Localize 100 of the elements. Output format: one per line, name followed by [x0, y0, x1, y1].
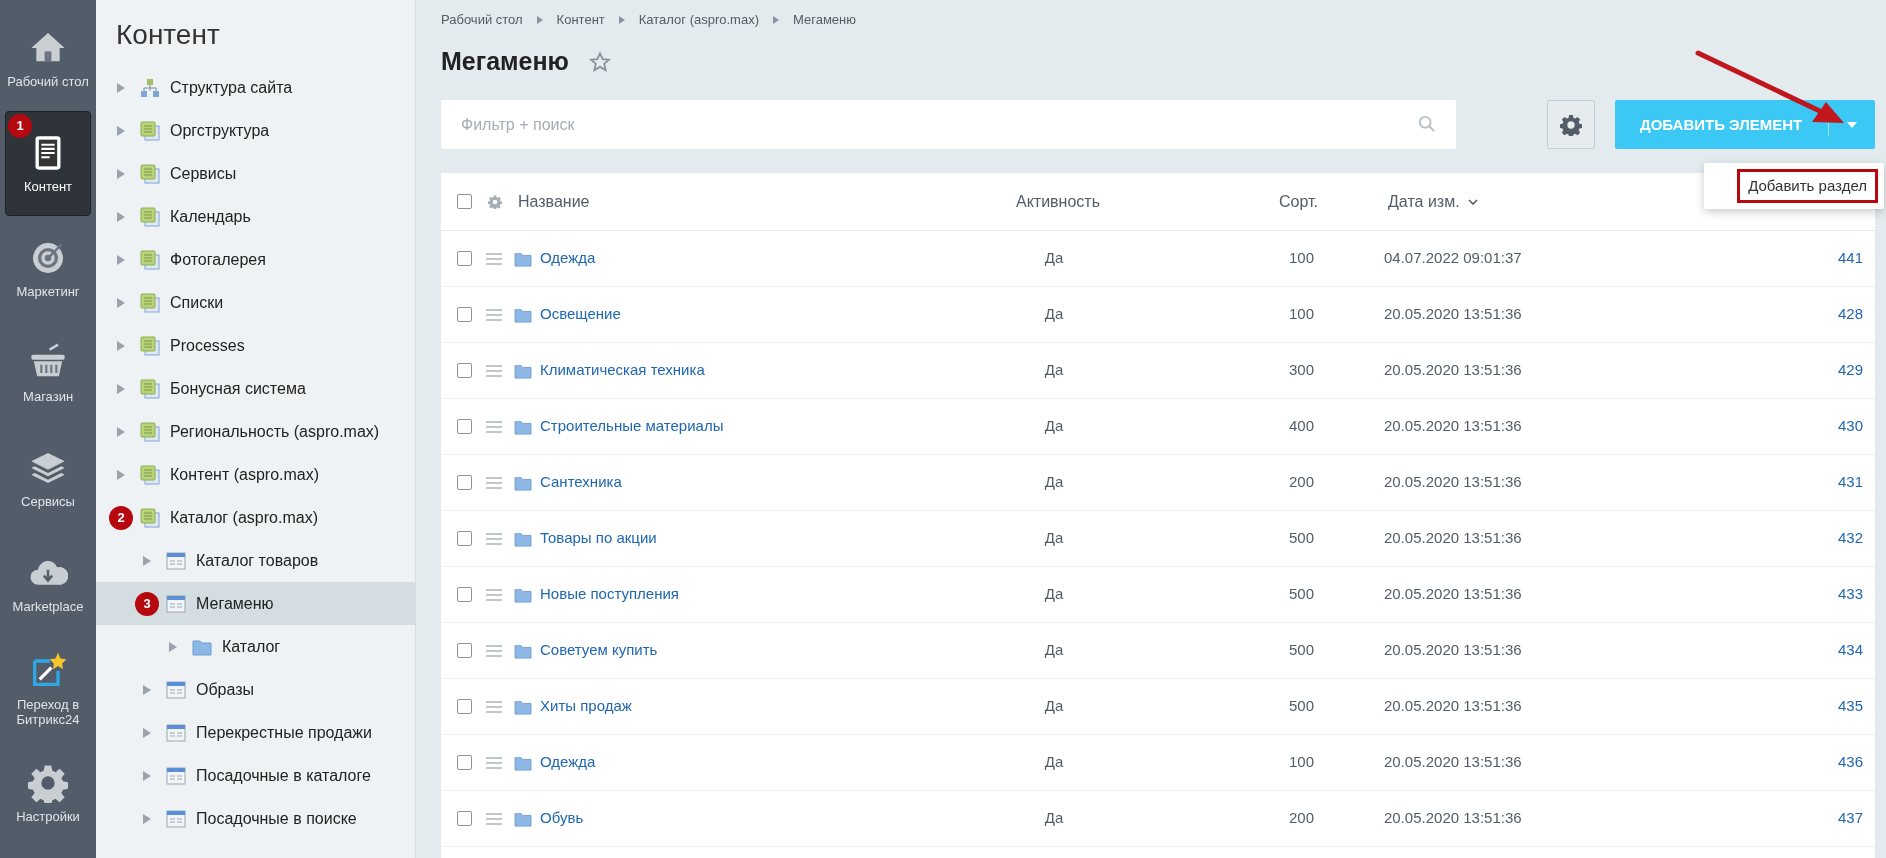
section-link[interactable]: Одежда — [540, 249, 596, 267]
tree-item[interactable]: Списки — [96, 281, 415, 324]
checkbox[interactable] — [457, 531, 472, 546]
section-link[interactable]: Климатическая техника — [540, 361, 705, 379]
tree-item[interactable]: Контент (aspro.max) — [96, 453, 415, 496]
id-link[interactable]: 435 — [1837, 697, 1863, 715]
nav-item[interactable]: Сервисы — [5, 426, 91, 531]
expand-arrow-icon[interactable] — [116, 124, 126, 137]
id-link[interactable]: 431 — [1837, 473, 1863, 491]
search-icon[interactable] — [1418, 115, 1436, 133]
section-link[interactable]: Хиты продаж — [540, 697, 632, 715]
tree-item[interactable]: Сервисы — [96, 152, 415, 195]
drag-handle-icon[interactable] — [486, 532, 502, 545]
nav-item[interactable]: Магазин — [5, 321, 91, 426]
nav-item[interactable]: Marketplace — [5, 531, 91, 636]
column-header[interactable]: Активность — [958, 189, 1158, 214]
drag-handle-icon[interactable] — [486, 756, 502, 769]
section-link[interactable]: Советуем купить — [540, 641, 658, 659]
tree-item[interactable]: Календарь — [96, 195, 415, 238]
expand-arrow-icon[interactable] — [116, 210, 126, 223]
id-link[interactable]: 441 — [1837, 249, 1863, 267]
expand-arrow-icon[interactable] — [116, 382, 126, 395]
checkbox[interactable] — [457, 755, 472, 770]
checkbox[interactable] — [457, 251, 472, 266]
section-link[interactable]: Обувь — [540, 809, 584, 827]
expand-arrow-icon[interactable] — [142, 554, 152, 567]
nav-item[interactable]: Маркетинг — [5, 216, 91, 321]
checkbox[interactable] — [457, 643, 472, 658]
expand-arrow-icon[interactable] — [116, 253, 126, 266]
drag-handle-icon[interactable] — [486, 700, 502, 713]
checkbox[interactable] — [457, 587, 472, 602]
checkbox[interactable] — [457, 307, 472, 322]
drag-handle-icon[interactable] — [486, 252, 502, 265]
expand-arrow-icon[interactable] — [142, 812, 152, 825]
expand-arrow-icon[interactable] — [116, 167, 126, 180]
tree-item[interactable]: Бонусная система — [96, 367, 415, 410]
breadcrumb-link[interactable]: Мегаменю — [793, 10, 856, 30]
tree-item[interactable]: Образы — [96, 668, 415, 711]
nav-item[interactable]: Настройки — [5, 741, 91, 846]
tree-item[interactable]: 2 Каталог (aspro.max) — [96, 496, 415, 539]
section-link[interactable]: Строительные материалы — [540, 417, 724, 435]
checkbox[interactable] — [457, 475, 472, 490]
drag-handle-icon[interactable] — [486, 588, 502, 601]
column-header[interactable]: Сорт. — [1158, 189, 1318, 214]
breadcrumb-link[interactable]: Каталог (aspro.max) — [638, 10, 759, 30]
expand-arrow-icon[interactable] — [168, 640, 178, 653]
section-link[interactable]: Освещение — [540, 305, 621, 323]
drag-handle-icon[interactable] — [486, 644, 502, 657]
expand-arrow-icon[interactable] — [116, 81, 126, 94]
section-link[interactable]: Сантехника — [540, 473, 622, 491]
expand-arrow-icon[interactable] — [142, 769, 152, 782]
section-link[interactable]: Новые поступления — [540, 585, 679, 603]
tree-item[interactable]: Каталог товаров — [96, 539, 415, 582]
id-link[interactable]: 432 — [1837, 529, 1863, 547]
breadcrumb-link[interactable]: Контент — [556, 10, 605, 30]
breadcrumb-link[interactable]: Рабочий стол — [441, 10, 523, 30]
tree-item[interactable]: Каталог — [96, 625, 415, 668]
id-link[interactable]: 430 — [1837, 417, 1863, 435]
id-link[interactable]: 429 — [1837, 361, 1863, 379]
expand-arrow-icon[interactable] — [142, 683, 152, 696]
id-link[interactable]: 428 — [1837, 305, 1863, 323]
nav-item[interactable]: Переход в Битрикс24 — [5, 636, 91, 741]
drag-handle-icon[interactable] — [486, 476, 502, 489]
expand-arrow-icon[interactable] — [116, 425, 126, 438]
nav-item[interactable]: Рабочий стол — [5, 6, 91, 111]
expand-arrow-icon[interactable] — [116, 296, 126, 309]
tree-item[interactable]: Региональность (aspro.max) — [96, 410, 415, 453]
tree-item[interactable]: Структура сайта — [96, 66, 415, 109]
id-link[interactable]: 436 — [1837, 753, 1863, 771]
settings-button[interactable] — [1547, 100, 1595, 149]
caret-icon[interactable] — [1847, 121, 1857, 128]
drag-handle-icon[interactable] — [486, 364, 502, 377]
drag-handle-icon[interactable] — [486, 812, 502, 825]
expand-arrow-icon[interactable] — [142, 726, 152, 739]
tree-item[interactable]: Processes — [96, 324, 415, 367]
checkbox[interactable] — [457, 194, 472, 209]
drag-handle-icon[interactable] — [486, 308, 502, 321]
tree-item[interactable]: Посадочные в каталоге — [96, 754, 415, 797]
filter-search-field[interactable]: Фильтр + поиск — [441, 100, 1456, 149]
checkbox[interactable] — [457, 811, 472, 826]
star-icon[interactable] — [588, 51, 611, 73]
column-header[interactable]: Название — [518, 189, 958, 214]
section-link[interactable]: Одежда — [540, 753, 596, 771]
column-header[interactable]: Дата изм. — [1388, 189, 1460, 214]
tree-item[interactable]: Посадочные в поиске — [96, 797, 415, 840]
nav-item[interactable]: Контент 1 — [5, 111, 91, 216]
drag-handle-icon[interactable] — [486, 420, 502, 433]
expand-arrow-icon[interactable] — [116, 468, 126, 481]
id-link[interactable]: 434 — [1837, 641, 1863, 659]
settings-icon[interactable] — [488, 194, 502, 209]
id-link[interactable]: 437 — [1837, 809, 1863, 827]
checkbox[interactable] — [457, 699, 472, 714]
tree-item[interactable]: Оргструктура — [96, 109, 415, 152]
checkbox[interactable] — [457, 419, 472, 434]
expand-arrow-icon[interactable] — [116, 339, 126, 352]
checkbox[interactable] — [457, 363, 472, 378]
id-link[interactable]: 433 — [1837, 585, 1863, 603]
tree-item[interactable]: 3 Мегаменю — [96, 582, 415, 625]
tree-item[interactable]: Фотогалерея — [96, 238, 415, 281]
section-link[interactable]: Товары по акции — [540, 529, 657, 547]
